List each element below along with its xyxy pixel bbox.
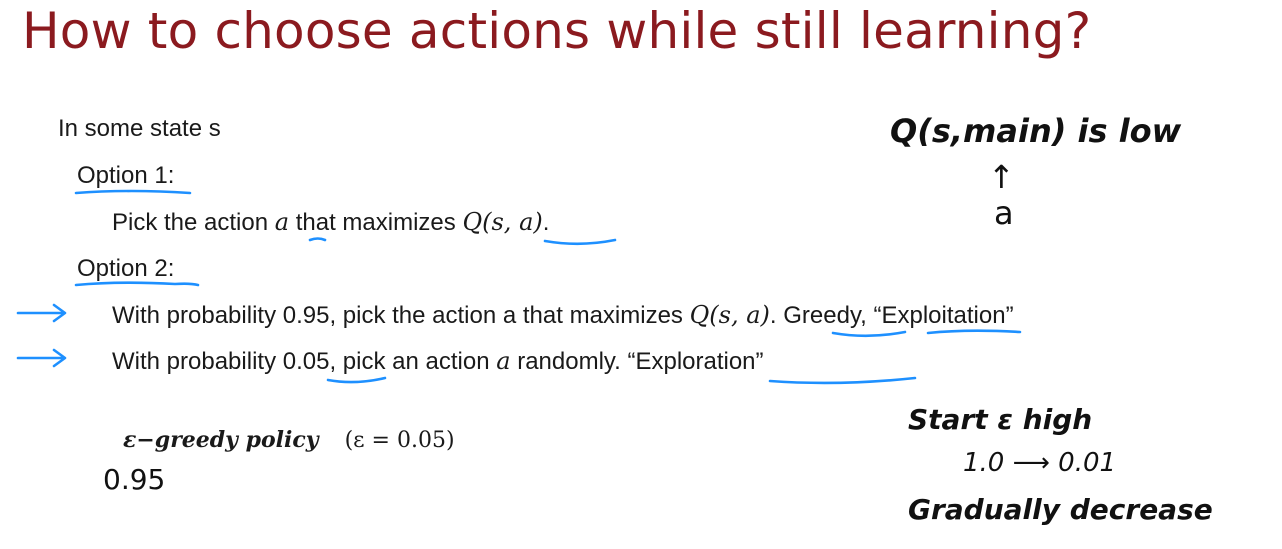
underline-q-option2 bbox=[831, 330, 907, 338]
option2-line2-mid2: randomly. bbox=[510, 348, 628, 375]
option1-q-expr: Q(s, a) bbox=[462, 208, 543, 236]
option1-pre: Pick the action bbox=[112, 209, 275, 236]
hand-range-start: 1.0 bbox=[963, 448, 1005, 478]
option2-line2-exploration: “Exploration” bbox=[627, 348, 764, 375]
option2-line2-prob: 0.05 bbox=[282, 348, 330, 375]
option1-end: . bbox=[542, 209, 550, 236]
underline-exploration bbox=[768, 376, 917, 385]
option2-line2: With probability 0.05, pick an action a … bbox=[112, 347, 764, 376]
underline-option1 bbox=[74, 189, 192, 195]
slide-title: How to choose actions while still learni… bbox=[22, 2, 1092, 60]
option1-var-a: a bbox=[274, 208, 290, 236]
underline-greedy bbox=[926, 329, 1022, 335]
option2-line2-pre: With probability bbox=[112, 348, 283, 375]
blue-arrow-1 bbox=[16, 303, 67, 323]
option1-colon: : bbox=[167, 162, 175, 189]
underline-option2 bbox=[74, 281, 200, 287]
option1-heading: Option 1: bbox=[77, 162, 174, 190]
option1-label: Option 1 bbox=[77, 162, 168, 189]
option2-line1-q-expr: Q(s, a) bbox=[689, 301, 770, 329]
hand-q-low: Q(s,main) is low bbox=[890, 112, 1182, 150]
policy-line: ε−greedy policy (ε = 0.05) bbox=[123, 427, 455, 453]
hand-range: 1.0 ⟶ 0.01 bbox=[963, 448, 1116, 478]
policy-name: ε−greedy policy bbox=[123, 427, 319, 453]
blue-arrow-2 bbox=[16, 348, 67, 368]
underline-q-option1 bbox=[543, 238, 617, 246]
option2-line1-post: , “Exploitation” bbox=[860, 302, 1014, 329]
hand-gradually: Gradually decrease bbox=[908, 493, 1213, 526]
hand-a-label: a bbox=[994, 194, 1014, 232]
state-line: In some state s bbox=[58, 115, 221, 142]
option1-text: Pick the action a that maximizes Q(s, a)… bbox=[112, 208, 549, 237]
hand-range-arrow: ⟶ bbox=[1012, 448, 1050, 478]
option2-colon: : bbox=[167, 255, 175, 282]
option2-line1-greedy: Greedy bbox=[783, 302, 861, 329]
hand-start-eps: Start ε high bbox=[908, 403, 1093, 436]
slide: How to choose actions while still learni… bbox=[0, 0, 1282, 549]
hand-095: 0.95 bbox=[103, 463, 166, 496]
option2-line1-pre: With probability 0.95, pick the action a… bbox=[112, 302, 690, 329]
underline-prob bbox=[326, 376, 387, 384]
hand-range-end: 0.01 bbox=[1058, 448, 1117, 478]
option2-heading: Option 2: bbox=[77, 255, 174, 283]
hand-up-arrow: ↑ bbox=[988, 158, 1015, 196]
option1-mid: that maximizes bbox=[289, 209, 463, 236]
option2-line2-var-a: a bbox=[496, 347, 511, 375]
option2-line2-mid: , pick an action bbox=[329, 348, 497, 375]
option2-line1-mid: . bbox=[769, 302, 784, 329]
option2-label: Option 2 bbox=[77, 255, 168, 282]
underline-var-a bbox=[308, 237, 327, 242]
option2-line1: With probability 0.95, pick the action a… bbox=[112, 301, 1014, 330]
policy-param: (ε = 0.05) bbox=[344, 428, 455, 453]
